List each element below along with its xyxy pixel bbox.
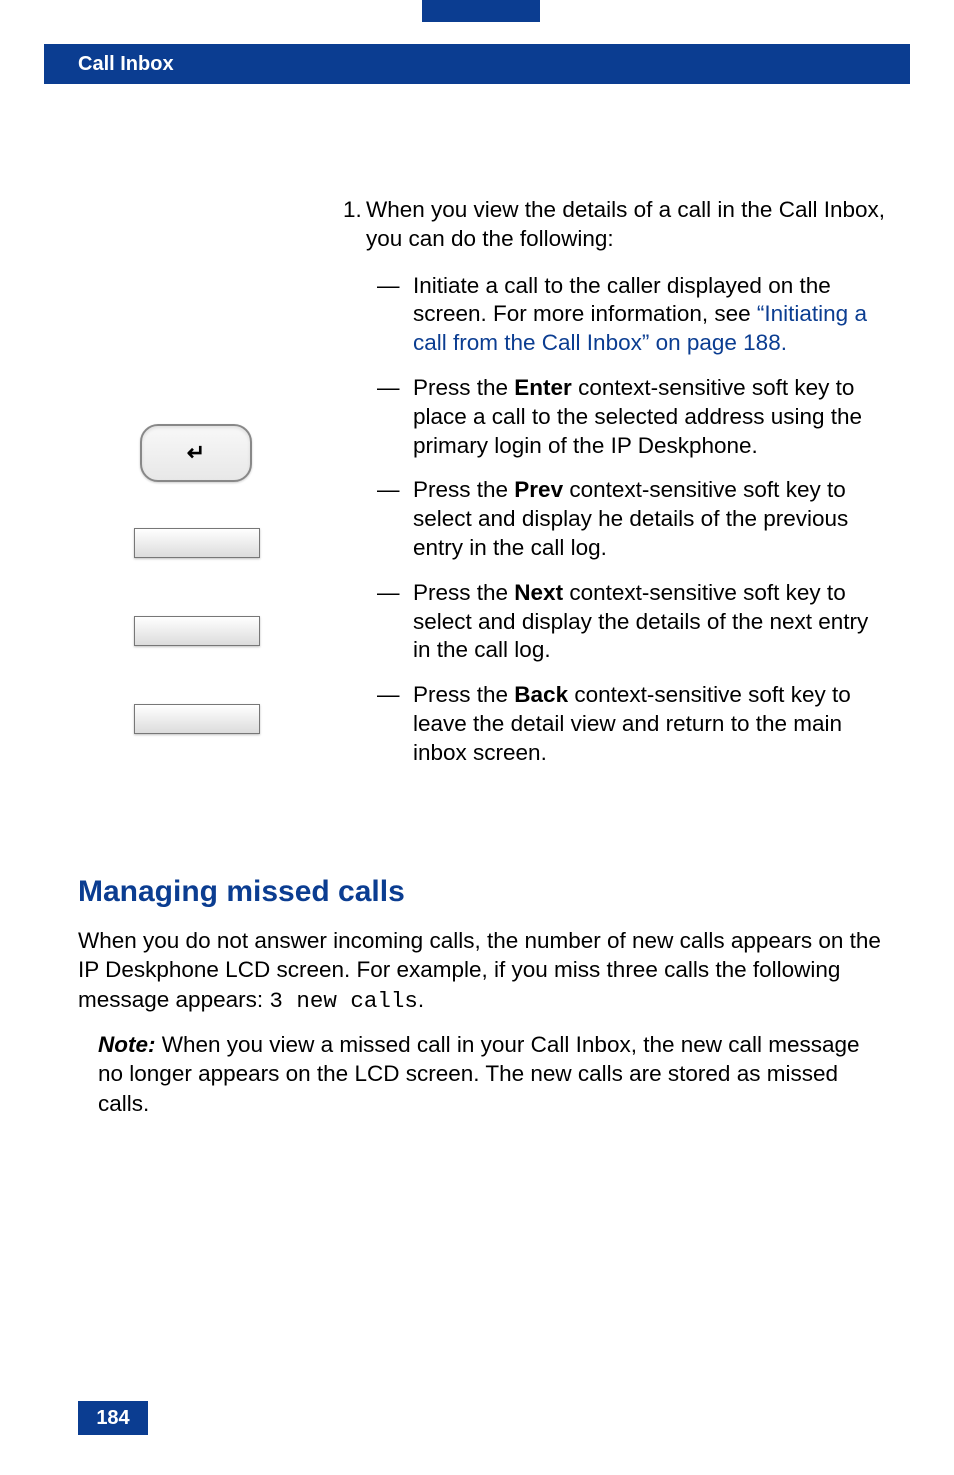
step-1: 1. When you view the details of a call i… [343, 196, 888, 254]
page-header: Call Inbox [44, 44, 910, 84]
substep-2-key: Enter [514, 375, 572, 400]
substep-1: — Initiate a call to the caller displaye… [377, 272, 888, 358]
step-text: 1. When you view the details of a call i… [343, 196, 888, 792]
note-label: Note: [98, 1032, 156, 1057]
key-illustrations: ↵ [78, 196, 343, 792]
page-header-title: Call Inbox [78, 53, 174, 76]
para1-period: . [418, 987, 424, 1012]
substep-3-prefix: Press the [413, 477, 514, 502]
substep-5-prefix: Press the [413, 682, 514, 707]
dash-icon: — [377, 476, 413, 562]
substep-2-prefix: Press the [413, 375, 514, 400]
step-intro: When you view the details of a call in t… [366, 196, 888, 254]
para1-text: When you do not answer incoming calls, t… [78, 928, 881, 1012]
note-paragraph: Note: When you view a missed call in you… [98, 1030, 888, 1118]
instruction-block: ↵ 1. When you view the details of a call… [78, 196, 888, 792]
note-text: When you view a missed call in your Call… [98, 1032, 860, 1116]
missed-calls-paragraph: When you do not answer incoming calls, t… [78, 926, 888, 1016]
enter-key-button: ↵ [140, 424, 252, 482]
softkey-back [134, 704, 260, 734]
step-number: 1. [343, 196, 366, 254]
softkey-prev [134, 528, 260, 558]
dash-icon: — [377, 579, 413, 665]
dash-icon: — [377, 272, 413, 358]
softkey-next [134, 616, 260, 646]
substep-4-key: Next [514, 580, 563, 605]
substep-5: — Press the Back context-sensitive soft … [377, 681, 888, 767]
substep-5-key: Back [514, 682, 568, 707]
heading-managing-missed-calls: Managing missed calls [78, 875, 405, 909]
substep-4-prefix: Press the [413, 580, 514, 605]
dash-icon: — [377, 374, 413, 460]
top-tab-marker [422, 0, 540, 22]
dash-icon: — [377, 681, 413, 767]
substep-3-key: Prev [514, 477, 563, 502]
enter-icon: ↵ [187, 440, 205, 466]
substep-4: — Press the Next context-sensitive soft … [377, 579, 888, 665]
page-number: 184 [78, 1401, 148, 1435]
substep-3: — Press the Prev context-sensitive soft … [377, 476, 888, 562]
substep-2: — Press the Enter context-sensitive soft… [377, 374, 888, 460]
para1-mono: 3 new calls [269, 988, 418, 1014]
